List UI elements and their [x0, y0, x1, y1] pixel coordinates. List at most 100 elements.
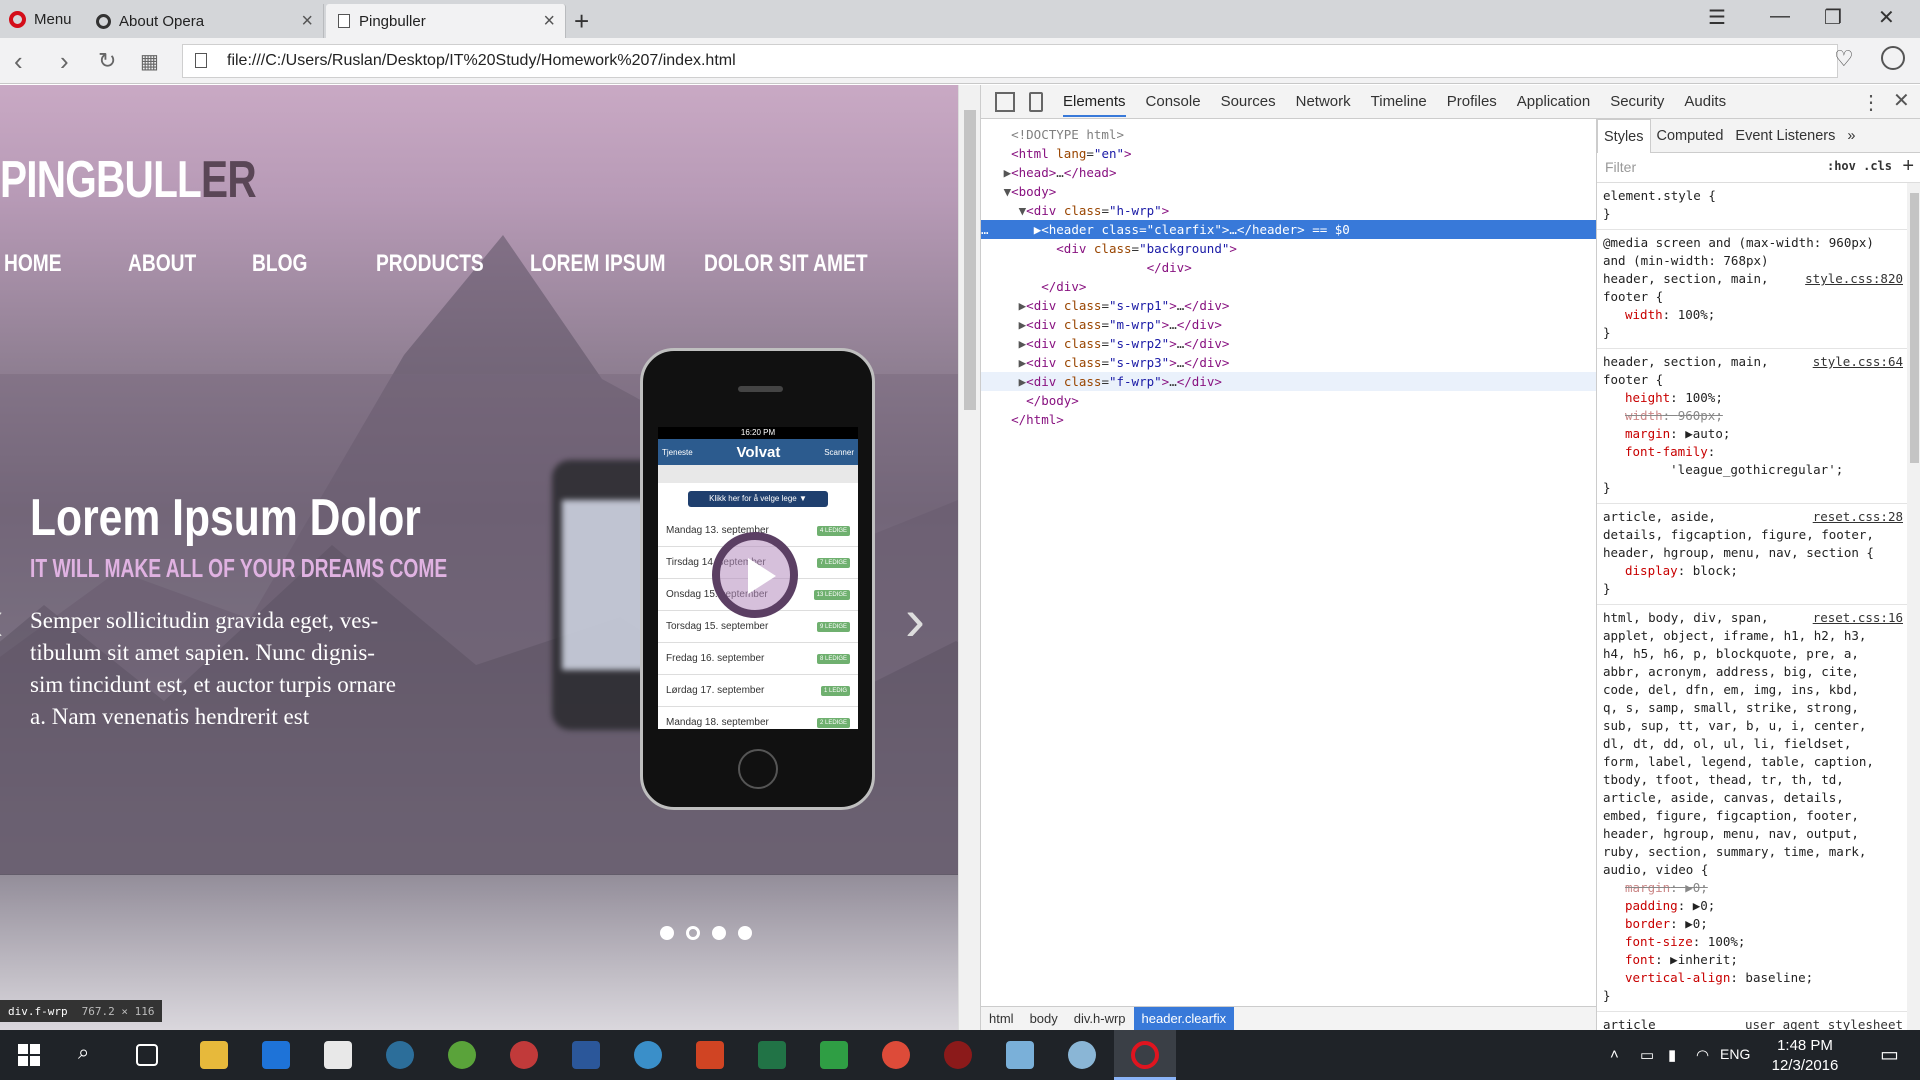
dom-node[interactable]: ▶<div class="s-wrp1">…</div>	[981, 296, 1596, 315]
url-field[interactable]: file:///C:/Users/Ruslan/Desktop/IT%20Stu…	[182, 44, 1838, 78]
dom-node[interactable]: ▶<div class="s-wrp2">…</div>	[981, 334, 1596, 353]
opera-menu-button[interactable]: Menu	[0, 0, 84, 38]
rule-source-link[interactable]: style.css:820	[1805, 270, 1903, 288]
tab-event-listeners[interactable]: Event Listeners	[1729, 119, 1841, 153]
slider-dot-1[interactable]	[660, 926, 674, 940]
rule-source-link[interactable]: style.css:64	[1813, 353, 1903, 371]
nav-home[interactable]: HOME	[4, 250, 62, 278]
keyboard-icon[interactable]: ▭	[1640, 1046, 1654, 1064]
battery-icon[interactable]: ▮	[1668, 1046, 1676, 1064]
dom-node[interactable]: </div>	[981, 277, 1596, 296]
media-app-icon[interactable]	[510, 1041, 538, 1069]
more-options-icon[interactable]: ⋮	[1861, 90, 1881, 115]
css-property[interactable]: margin: ▶auto;	[1603, 425, 1901, 443]
slider-dot-4[interactable]	[738, 926, 752, 940]
tab-computed[interactable]: Computed	[1651, 119, 1730, 153]
windows-start-icon[interactable]	[18, 1044, 40, 1066]
new-tab-button[interactable]: +	[574, 6, 589, 37]
tab-application[interactable]: Application	[1517, 93, 1590, 110]
css-property[interactable]: vertical-align: baseline;	[1603, 969, 1901, 987]
spreadsheet-icon[interactable]	[820, 1041, 848, 1069]
word-icon[interactable]	[572, 1041, 600, 1069]
tab-profiles[interactable]: Profiles	[1447, 93, 1497, 110]
tab-sources[interactable]: Sources	[1221, 93, 1276, 110]
dom-node[interactable]: <html lang="en">	[981, 144, 1596, 163]
tab-styles[interactable]: Styles	[1597, 118, 1651, 153]
app-icon[interactable]	[634, 1041, 662, 1069]
system-clock[interactable]: 1:48 PM 12/3/2016	[1760, 1036, 1850, 1076]
dom-node[interactable]: <div class="background">	[981, 239, 1596, 258]
dom-node-hovered[interactable]: ▶<div class="f-wrp">…</div>	[981, 372, 1596, 391]
wifi-icon[interactable]: ◠	[1696, 1046, 1709, 1064]
css-property[interactable]: border: ▶0;	[1603, 915, 1901, 933]
dom-node-selected[interactable]: … ▶<header class="clearfix">…</header> =…	[981, 220, 1596, 239]
cube-app-icon[interactable]	[1006, 1041, 1034, 1069]
dom-node[interactable]: </div>	[981, 258, 1596, 277]
dom-node[interactable]: </html>	[981, 410, 1596, 429]
itunes-icon[interactable]	[448, 1041, 476, 1069]
tab-console[interactable]: Console	[1146, 93, 1201, 110]
paint-app-icon[interactable]	[1068, 1041, 1096, 1069]
chrome-icon[interactable]	[882, 1041, 910, 1069]
close-icon[interactable]: ×	[543, 10, 555, 33]
nav-about[interactable]: ABOUT	[128, 250, 196, 278]
notifications-icon[interactable]: ▭	[1880, 1042, 1899, 1067]
tab-audits[interactable]: Audits	[1684, 93, 1726, 110]
reload-icon[interactable]: ↻	[98, 48, 116, 74]
chevron-right-icon[interactable]: ›	[905, 585, 925, 654]
scrollbar-thumb[interactable]	[1910, 193, 1919, 463]
css-property[interactable]: display: block;	[1603, 562, 1901, 580]
store-icon[interactable]	[324, 1041, 352, 1069]
dom-node[interactable]: <!DOCTYPE html>	[981, 125, 1596, 144]
chevron-up-icon[interactable]: ˄	[1610, 1046, 1619, 1063]
tab-security[interactable]: Security	[1610, 93, 1664, 110]
maximize-icon[interactable]: ❐	[1824, 5, 1842, 30]
excel-icon[interactable]	[758, 1041, 786, 1069]
css-property-overridden[interactable]: width: 960px;	[1603, 407, 1901, 425]
tab-menu-icon[interactable]: ☰	[1708, 5, 1726, 30]
taskbar-opera-active[interactable]	[1114, 1030, 1176, 1080]
tab-elements[interactable]: Elements	[1063, 93, 1126, 117]
breadcrumb-body[interactable]: body	[1022, 1007, 1066, 1031]
dom-node[interactable]: ▼<div class="h-wrp">	[981, 201, 1596, 220]
powerpoint-icon[interactable]	[696, 1041, 724, 1069]
slider-dot-2[interactable]	[686, 926, 700, 940]
nav-lorem-ipsum[interactable]: LOREM IPSUM	[530, 250, 665, 278]
hov-cls-toggles[interactable]: :hov .cls	[1827, 159, 1892, 173]
rule-source-link[interactable]: reset.css:28	[1813, 508, 1903, 526]
dom-node[interactable]: </body>	[981, 391, 1596, 410]
back-icon[interactable]: ‹	[14, 46, 23, 77]
inspect-element-icon[interactable]	[995, 91, 1015, 112]
minimize-icon[interactable]: —	[1770, 5, 1790, 28]
new-style-rule-icon[interactable]: +	[1902, 155, 1914, 178]
css-property[interactable]: width: 100%;	[1603, 306, 1901, 324]
css-property[interactable]: font-size: 100%;	[1603, 933, 1901, 951]
window-close-icon[interactable]: ✕	[1878, 5, 1895, 30]
chevron-left-icon[interactable]: ‹	[0, 585, 4, 654]
styles-filter-input[interactable]: Filter :hov .cls +	[1597, 153, 1920, 183]
rule-source-link[interactable]: reset.css:16	[1813, 609, 1903, 627]
css-property[interactable]: padding: ▶0;	[1603, 897, 1901, 915]
dom-node[interactable]: ▶<div class="m-wrp">…</div>	[981, 315, 1596, 334]
breadcrumb-div-h-wrp[interactable]: div.h-wrp	[1066, 1007, 1134, 1031]
edge-icon[interactable]	[262, 1041, 290, 1069]
nav-blog[interactable]: BLOG	[252, 250, 307, 278]
dom-node[interactable]: ▼<body>	[981, 182, 1596, 201]
more-tabs-icon[interactable]: »	[1841, 119, 1861, 153]
devtools-close-icon[interactable]: ✕	[1893, 88, 1910, 113]
nav-dolor-sit-amet[interactable]: DOLOR SIT AMET	[704, 250, 868, 278]
speed-dial-icon[interactable]: ▦	[140, 49, 159, 74]
language-indicator[interactable]: ENG	[1720, 1046, 1750, 1062]
site-logo[interactable]: PINGBULLER	[0, 150, 257, 210]
css-property[interactable]: height: 100%;	[1603, 389, 1901, 407]
dom-node[interactable]: ▶<head>…</head>	[981, 163, 1596, 182]
breadcrumb-header-clearfix[interactable]: header.clearfix	[1133, 1006, 1235, 1031]
network-app-icon[interactable]	[386, 1041, 414, 1069]
css-property-overridden[interactable]: margin: ▶0;	[1603, 879, 1901, 897]
tab-about-opera[interactable]: About Opera ×	[84, 4, 324, 38]
css-property[interactable]: font: ▶inherit;	[1603, 951, 1901, 969]
slider-dot-3[interactable]	[712, 926, 726, 940]
css-property[interactable]: font-family: 'league_gothicregular';	[1603, 443, 1901, 479]
page-scrollbar[interactable]	[958, 85, 980, 1030]
heart-icon[interactable]: ♡	[1834, 46, 1854, 72]
